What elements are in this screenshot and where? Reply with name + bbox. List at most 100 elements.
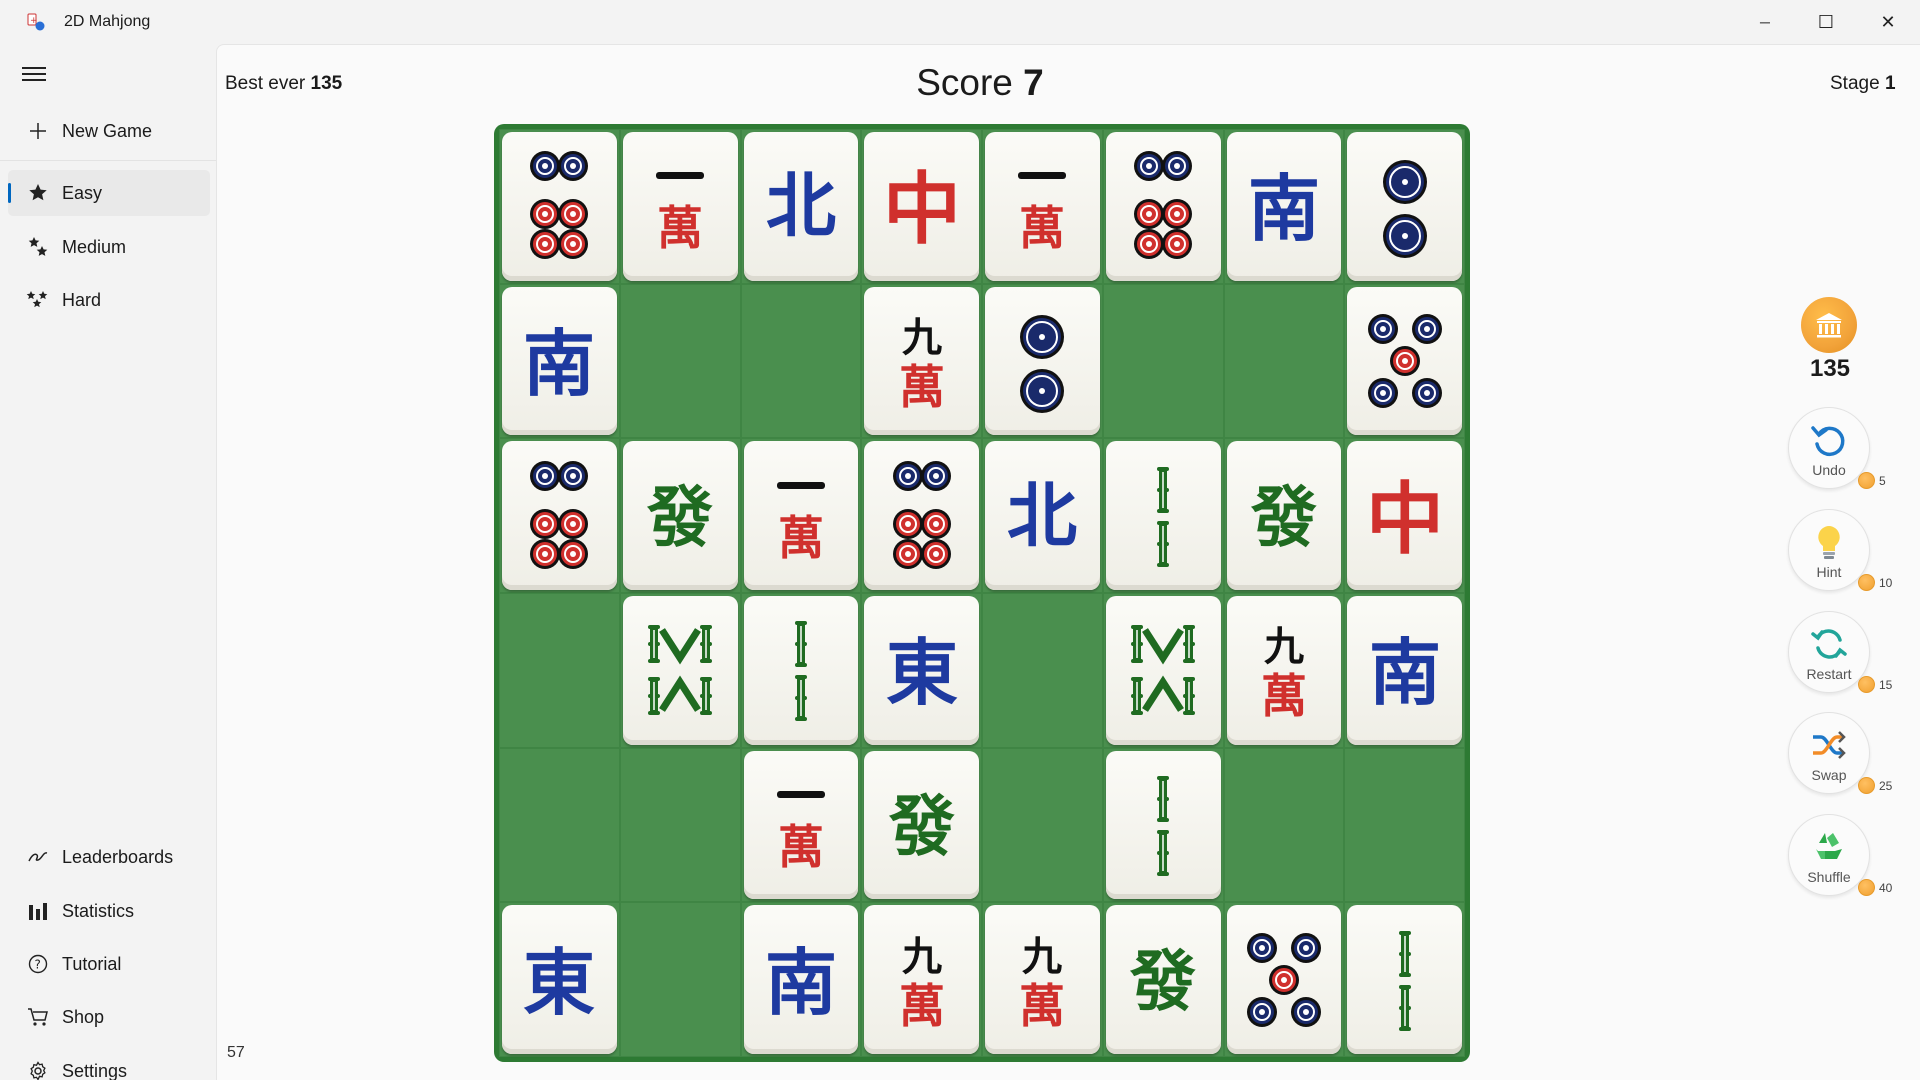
green-dragon-icon: 發 <box>1250 478 1317 556</box>
settings-label: Settings <box>62 1060 128 1080</box>
svg-text:南: 南 <box>1369 630 1441 715</box>
hamburger-menu-icon[interactable] <box>22 64 46 84</box>
tile-two-circles[interactable] <box>1347 132 1462 281</box>
svg-text:北: 北 <box>1007 474 1077 557</box>
tile-grid: 萬北中萬 南 南 九 萬 發 萬 北 發 中 東 九 萬 南 萬 發 東 南 九… <box>499 129 1465 1057</box>
best-value: 135 <box>310 73 343 94</box>
tile-one-character[interactable]: 萬 <box>985 132 1100 281</box>
board-cell: 萬 <box>982 129 1103 284</box>
best-label: Best ever <box>225 73 306 94</box>
board-cell: 發 <box>1102 902 1224 1057</box>
tile-eight-bamboo[interactable] <box>622 595 738 745</box>
board-cell <box>1102 129 1224 284</box>
tile-six-circles[interactable] <box>502 441 617 590</box>
svg-text:萬: 萬 <box>1019 979 1065 1033</box>
tile-east-wind[interactable]: 東 <box>864 595 979 745</box>
board-cell <box>1102 747 1224 903</box>
tile-red-dragon[interactable]: 中 <box>864 132 979 281</box>
shop-label: Shop <box>62 1006 105 1027</box>
tile-six-circles[interactable] <box>1105 132 1221 281</box>
tile-nine-character[interactable]: 九萬 <box>1226 595 1342 745</box>
board-cell: 東 <box>499 902 620 1057</box>
south-wind-icon: 南 <box>523 321 595 406</box>
tile-south-wind[interactable]: 南 <box>743 905 859 1054</box>
tile-two-bamboo[interactable] <box>743 595 859 745</box>
tile-two-bamboo[interactable] <box>1347 905 1462 1054</box>
north-wind-icon: 北 <box>1007 474 1077 557</box>
minimize-button[interactable]: ─ <box>1735 0 1795 44</box>
tile-red-dragon[interactable]: 中 <box>1347 441 1462 590</box>
five-circles-icon <box>1367 313 1442 408</box>
lightbulb-icon <box>1818 526 1840 559</box>
tile-green-dragon[interactable]: 發 <box>1226 441 1342 590</box>
new-game-button[interactable]: New Game <box>8 108 210 154</box>
two-bamboo-icon <box>1157 466 1170 567</box>
board-cell: 萬 <box>740 438 862 593</box>
tile-nine-character[interactable]: 九萬 <box>864 905 979 1054</box>
tile-nine-character[interactable]: 九萬 <box>864 286 979 436</box>
app-icon: + <box>27 13 45 31</box>
one-character-icon: 萬 <box>776 481 825 565</box>
sidebar-item-easy[interactable]: Easy <box>8 170 210 216</box>
svg-text:萬: 萬 <box>778 511 824 565</box>
coin-count: 135 <box>1809 355 1851 382</box>
tile-six-circles[interactable] <box>864 441 979 590</box>
board-cell <box>740 592 862 748</box>
bar-chart-icon <box>8 902 60 920</box>
tile-nine-character[interactable]: 九萬 <box>985 905 1100 1054</box>
svg-text:東: 東 <box>886 630 958 715</box>
tile-five-circles[interactable] <box>1347 286 1462 436</box>
tile-green-dragon[interactable]: 發 <box>622 441 738 590</box>
tile-south-wind[interactable]: 南 <box>1226 132 1342 281</box>
svg-text:東: 東 <box>523 940 595 1025</box>
tile-green-dragon[interactable]: 發 <box>864 750 979 900</box>
board-cell <box>619 747 741 903</box>
statistics-label: Statistics <box>62 900 135 921</box>
sidebar-item-medium[interactable]: Medium <box>8 224 210 270</box>
board-cell <box>619 902 741 1057</box>
hint-cost-value: 10 <box>1879 575 1893 590</box>
tile-north-wind[interactable]: 北 <box>985 441 1100 590</box>
board-cell: 九萬 <box>1223 592 1345 748</box>
tile-two-bamboo[interactable] <box>1105 750 1221 900</box>
board-cell <box>982 747 1103 903</box>
svg-text:萬: 萬 <box>657 201 703 255</box>
board-cell <box>499 129 620 284</box>
board-cell <box>1102 283 1224 439</box>
stars-icon <box>8 236 60 258</box>
red-dragon-icon: 中 <box>883 164 961 255</box>
tile-east-wind[interactable]: 東 <box>502 905 617 1054</box>
tile-one-character[interactable]: 萬 <box>622 132 738 281</box>
board-cell <box>499 747 620 903</box>
sidebar-divider <box>0 160 216 161</box>
sidebar-item-shop[interactable]: Shop <box>8 994 210 1040</box>
maximize-button[interactable]: ☐ <box>1796 0 1856 44</box>
tile-north-wind[interactable]: 北 <box>743 132 859 281</box>
south-wind-icon: 南 <box>765 940 837 1025</box>
tile-five-circles[interactable] <box>1226 905 1342 1054</box>
tile-one-character[interactable]: 萬 <box>743 750 859 900</box>
stage-label: Stage <box>1830 73 1880 94</box>
sidebar-item-settings[interactable]: Settings <box>8 1048 210 1080</box>
tile-two-bamboo[interactable] <box>1105 441 1221 590</box>
tile-two-circles[interactable] <box>985 286 1100 436</box>
tile-one-character[interactable]: 萬 <box>743 441 859 590</box>
coin-icon <box>1801 297 1857 353</box>
tile-six-circles[interactable] <box>502 132 617 281</box>
tile-south-wind[interactable]: 南 <box>1347 595 1462 745</box>
sidebar-item-hard[interactable]: Hard <box>8 277 210 323</box>
svg-text:發: 發 <box>1250 478 1317 556</box>
svg-text:南: 南 <box>523 321 595 406</box>
one-character-icon: 萬 <box>1018 172 1067 255</box>
board-cell <box>619 283 741 439</box>
sidebar-item-leaderboards[interactable]: Leaderboards <box>8 834 210 880</box>
sidebar-item-statistics[interactable]: Statistics <box>8 888 210 934</box>
tile-south-wind[interactable]: 南 <box>502 286 617 436</box>
close-button[interactable]: ✕ <box>1858 0 1918 44</box>
tile-green-dragon[interactable]: 發 <box>1105 905 1221 1054</box>
leaderboard-icon <box>8 849 60 865</box>
coin-icon <box>1858 676 1875 693</box>
tile-eight-bamboo[interactable] <box>1105 595 1221 745</box>
sidebar-item-tutorial[interactable]: ? Tutorial <box>8 941 210 987</box>
nine-character-icon: 九萬 <box>899 314 945 414</box>
